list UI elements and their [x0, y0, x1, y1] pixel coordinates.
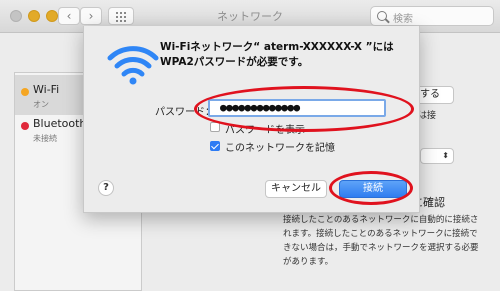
cancel-button[interactable]: キャンセル	[265, 180, 327, 198]
ask-to-join-help-text: 接続したことのあるネットワークに自動的に接続されます。接続したことのあるネットワ…	[283, 215, 479, 267]
wifi-icon	[107, 46, 159, 85]
search-placeholder: 検索	[393, 14, 413, 25]
network-name-select[interactable]: ⬍	[420, 148, 454, 164]
service-status: 未接続	[33, 134, 57, 143]
connect-button[interactable]: 接続	[339, 180, 407, 198]
show-password-checkbox[interactable]	[210, 122, 220, 132]
wifi-password-dialog: Wi-Fiネットワーク“ aterm-XXXXXX-X ”にはWPA2パスワード…	[83, 26, 420, 213]
remember-network-label: このネットワークを記憶	[225, 143, 335, 154]
remember-network-checkbox[interactable]	[210, 141, 220, 151]
dialog-title: Wi-Fiネットワーク“ aterm-XXXXXX-X ”にはWPA2パスワード…	[160, 41, 394, 68]
select-arrows-icon: ⬍	[442, 151, 449, 160]
show-password-label: パスワードを表示	[225, 125, 305, 136]
status-dot-icon	[21, 88, 29, 96]
search-icon	[377, 11, 387, 21]
service-name: Wi-Fi	[33, 83, 60, 96]
password-field[interactable]: ●●●●●●●●●●●●●	[208, 99, 386, 117]
status-dot-icon	[21, 122, 29, 130]
search-field[interactable]: 検索	[370, 6, 494, 26]
help-button[interactable]: ?	[98, 180, 114, 196]
password-label: パスワード：	[155, 107, 215, 118]
